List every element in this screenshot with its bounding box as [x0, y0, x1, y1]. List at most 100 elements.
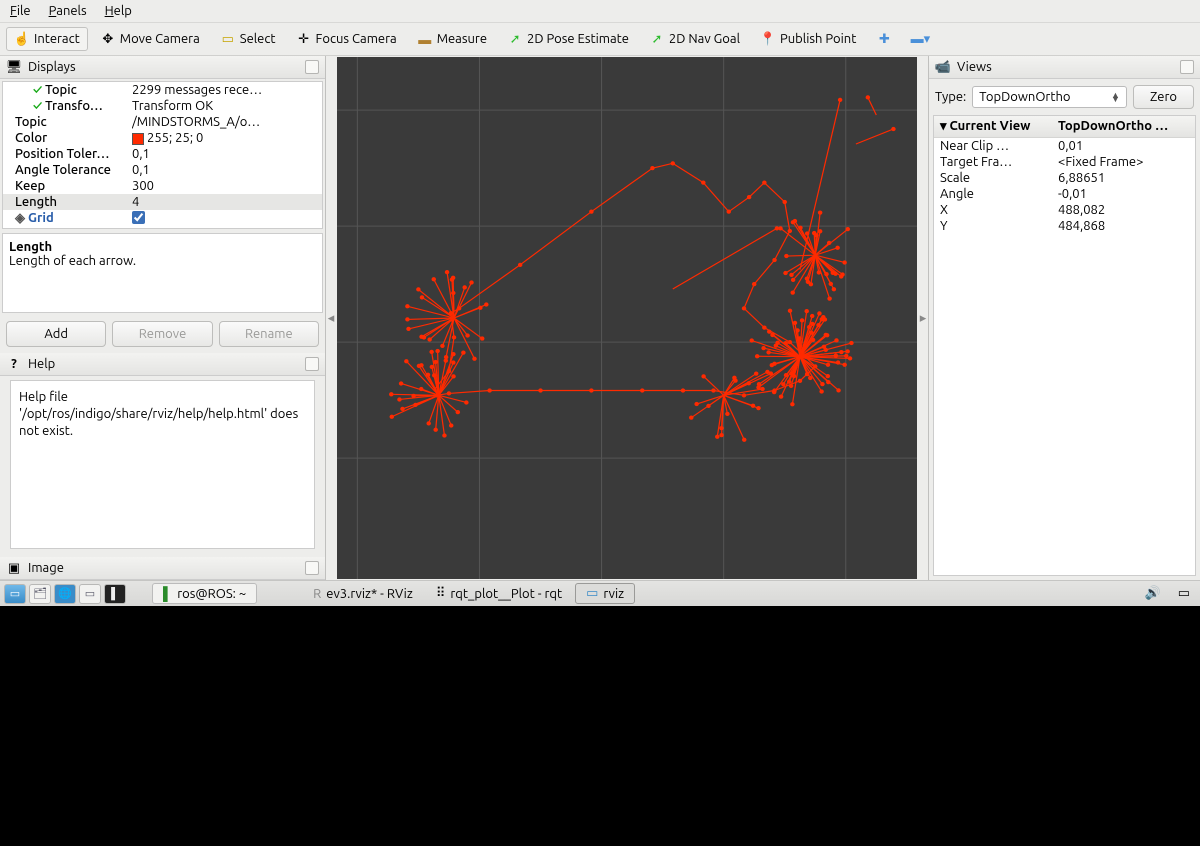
dock-toggle-icon[interactable]	[1180, 60, 1194, 74]
row-transfo-key: Transfo…	[45, 99, 103, 113]
rename-button[interactable]: Rename	[219, 321, 319, 347]
row-targetfra-key: Target Fra…	[934, 154, 1052, 170]
row-keep-key: Keep	[7, 179, 132, 193]
row-angle-val: -0,01	[1052, 186, 1195, 202]
row-length-key: Length	[7, 195, 132, 209]
task-rqt-plot-label: rqt_plot__Plot - rqt	[450, 587, 562, 601]
tool-move-camera-label: Move Camera	[120, 32, 200, 46]
tool-focus-camera[interactable]: ✛ Focus Camera	[288, 27, 405, 51]
3d-viewport[interactable]	[337, 57, 917, 579]
tool-measure-label: Measure	[437, 32, 487, 46]
row-topic-status-val: 2299 messages rece…	[132, 83, 318, 97]
row-transfo-val: Transform OK	[132, 99, 318, 113]
image-panel-title: Image	[28, 561, 299, 575]
camera-icon: 📹	[935, 59, 951, 75]
row-y-val: 484,868	[1052, 218, 1195, 234]
menu-panels[interactable]: Panels	[49, 4, 87, 18]
row-y-key: Y	[934, 218, 1052, 234]
image-icon: ▣	[6, 560, 22, 576]
arrow-green-icon: ➚	[649, 31, 665, 47]
task-rviz-1[interactable]: Rev3.rviz* - RViz	[303, 585, 423, 603]
ruler-icon: ▬	[417, 31, 433, 47]
displays-tree[interactable]: ✓Topic2299 messages rece… ✓Transfo…Trans…	[2, 81, 323, 229]
property-description: Length Length of each arrow.	[2, 233, 323, 313]
terminal-icon: ▌	[163, 586, 172, 601]
task-rviz-2-label: rviz	[603, 587, 624, 601]
row-nearclip-key: Near Clip …	[934, 138, 1052, 154]
volume-icon[interactable]: 🔊	[1137, 586, 1169, 601]
add-button[interactable]: Add	[6, 321, 106, 347]
task-terminal[interactable]: ▌ ros@ROS: ~	[152, 583, 257, 604]
views-type-value: TopDownOrtho	[979, 90, 1070, 104]
tool-minus[interactable]: ▬▾	[904, 27, 936, 51]
move-icon: ✥	[100, 31, 116, 47]
row-topic-val: /MINDSTORMS_A/o…	[132, 115, 318, 129]
pin-icon: 📍	[760, 31, 776, 47]
zero-button[interactable]: Zero	[1133, 85, 1194, 109]
files-icon[interactable]: 🗂	[29, 584, 51, 604]
views-panel-title: Views	[957, 60, 1174, 74]
grid-checkbox[interactable]	[132, 211, 145, 224]
tool-interact-label: Interact	[34, 32, 80, 46]
tool-publish-point[interactable]: 📍 Publish Point	[752, 27, 864, 51]
tool-pose-estimate-label: 2D Pose Estimate	[527, 32, 629, 46]
rviz-icon: R	[313, 587, 321, 601]
row-x-key: X	[934, 202, 1052, 218]
toolbar: ☝ Interact ✥ Move Camera ▭ Select ✛ Focu…	[0, 23, 1200, 56]
tool-move-camera[interactable]: ✥ Move Camera	[92, 27, 208, 51]
row-angtol-val: 0,1	[132, 163, 318, 177]
menu-help[interactable]: Help	[105, 4, 132, 18]
displays-panel-title: Displays	[28, 60, 299, 74]
row-color-key: Color	[7, 131, 132, 145]
row-nearclip-val: 0,01	[1052, 138, 1195, 154]
row-color-val: 255; 25; 0	[147, 131, 203, 145]
row-topic-key: Topic	[7, 115, 132, 129]
expand-caret-icon[interactable]: ▾	[940, 119, 947, 133]
desc-title: Length	[9, 240, 52, 254]
menu-file[interactable]: FFileile	[10, 4, 31, 18]
views-type-combo[interactable]: TopDownOrtho ▲▼	[972, 86, 1127, 108]
plus-icon: ✚	[876, 31, 892, 47]
views-table[interactable]: ▾Current View TopDownOrtho … Near Clip ……	[933, 115, 1196, 576]
right-collapse-grip[interactable]: ▸	[918, 56, 928, 580]
displays-panel-header: 🖥 Displays	[0, 56, 325, 79]
tool-publish-point-label: Publish Point	[780, 32, 856, 46]
left-collapse-grip[interactable]: ◂	[326, 56, 336, 580]
row-angle-key: Angle	[934, 186, 1052, 202]
tool-measure[interactable]: ▬ Measure	[409, 27, 495, 51]
help-panel-title: Help	[28, 357, 299, 371]
row-grid-key: Grid	[28, 211, 54, 225]
tool-select[interactable]: ▭ Select	[212, 27, 284, 51]
dock-toggle-icon[interactable]	[305, 561, 319, 575]
remove-button[interactable]: Remove	[112, 321, 212, 347]
browser-icon[interactable]: 🌐	[54, 584, 76, 604]
dock-toggle-icon[interactable]	[305, 357, 319, 371]
tool-plus[interactable]: ✚	[868, 27, 900, 51]
spinner-icon: ▲▼	[1111, 93, 1120, 102]
window-icon[interactable]: ▭	[79, 584, 101, 604]
row-length-val: 4	[132, 195, 318, 209]
hand-icon: ☝	[14, 31, 30, 47]
row-scale-val: 6,88651	[1052, 170, 1195, 186]
tray-icon[interactable]: ▭	[1172, 586, 1196, 601]
tool-interact[interactable]: ☝ Interact	[6, 27, 88, 51]
task-terminal-label: ros@ROS: ~	[177, 587, 246, 601]
expand-icon[interactable]: ◈	[15, 211, 25, 225]
crosshair-icon: ✛	[296, 31, 312, 47]
task-rviz-2[interactable]: ▭rviz	[575, 583, 635, 604]
task-rqt-plot[interactable]: ⠿rqt_plot__Plot - rqt	[426, 584, 572, 603]
menubar: FFileile Panels Help	[0, 0, 1200, 23]
arrow-green-icon: ➚	[507, 31, 523, 47]
tool-nav-goal-label: 2D Nav Goal	[669, 32, 740, 46]
desc-body: Length of each arrow.	[9, 254, 136, 268]
help-body: Help file '/opt/ros/indigo/share/rviz/he…	[10, 380, 315, 549]
row-targetfra-val: <Fixed Frame>	[1052, 154, 1195, 170]
tool-2d-pose-estimate[interactable]: ➚ 2D Pose Estimate	[499, 27, 637, 51]
show-desktop-icon[interactable]: ▭	[4, 584, 26, 604]
dock-toggle-icon[interactable]	[305, 60, 319, 74]
row-postol-val: 0,1	[132, 147, 318, 161]
help-icon: ?	[6, 356, 22, 372]
tool-2d-nav-goal[interactable]: ➚ 2D Nav Goal	[641, 27, 748, 51]
views-header-val: TopDownOrtho …	[1052, 116, 1195, 137]
terminal-shortcut-icon[interactable]: ▌	[104, 584, 126, 604]
